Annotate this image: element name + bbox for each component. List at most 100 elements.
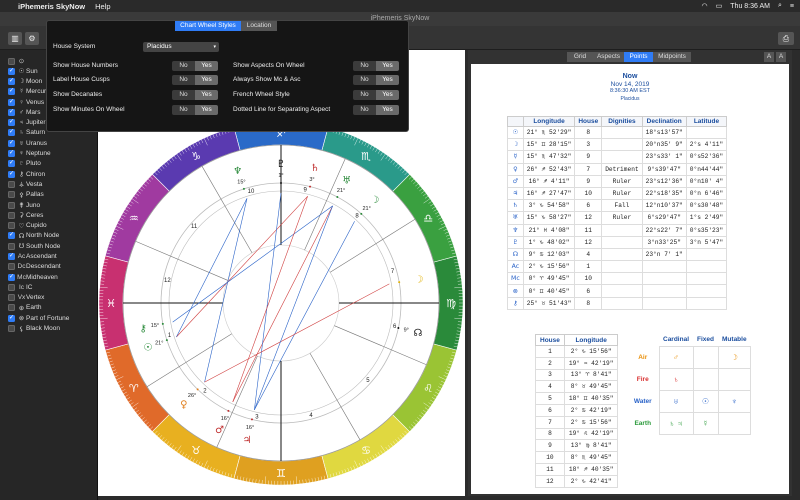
sidebar-item[interactable]: ✓ ⊗ Part of Fortune bbox=[0, 313, 97, 323]
visibility-checkbox[interactable] bbox=[8, 325, 15, 333]
font-larger-button[interactable]: A bbox=[776, 52, 786, 62]
no-option[interactable]: No bbox=[353, 90, 376, 100]
sidebar-item[interactable]: ☋ South Node bbox=[0, 241, 97, 251]
yes-option[interactable]: Yes bbox=[195, 75, 218, 85]
sidebar-item[interactable]: ⚵ Juno bbox=[0, 200, 97, 210]
no-option[interactable]: No bbox=[353, 61, 376, 71]
tab-points[interactable]: Points bbox=[624, 52, 653, 62]
sidebar-item[interactable]: ⚴ Pallas bbox=[0, 190, 97, 200]
clock[interactable]: Thu 8:36 AM bbox=[730, 3, 770, 10]
planet-glyph-icon[interactable]: ♄ bbox=[310, 163, 319, 174]
yes-no-toggle[interactable]: No Yes bbox=[353, 75, 399, 85]
visibility-checkbox[interactable]: ✓ bbox=[8, 232, 15, 240]
print-button[interactable]: ⎙ bbox=[778, 32, 794, 45]
tab-aspects[interactable]: Aspects bbox=[593, 52, 624, 62]
visibility-checkbox[interactable] bbox=[8, 222, 15, 230]
visibility-checkbox[interactable] bbox=[8, 191, 15, 199]
yes-no-toggle[interactable]: No Yes bbox=[353, 61, 399, 71]
sidebar-item[interactable]: ✓ Ac Ascendant bbox=[0, 251, 97, 261]
visibility-checkbox[interactable]: ✓ bbox=[8, 150, 15, 158]
tab-grid[interactable]: Grid bbox=[567, 52, 593, 62]
visibility-checkbox[interactable]: ✓ bbox=[8, 170, 15, 178]
sidebar-item[interactable]: ♡ Cupido bbox=[0, 220, 97, 230]
sidebar-item[interactable]: Ic IC bbox=[0, 282, 97, 292]
sidebar-item[interactable]: ⊕ Earth bbox=[0, 303, 97, 313]
sidebar-item[interactable]: Vx Vertex bbox=[0, 293, 97, 303]
planet-glyph-icon[interactable]: ⚷ bbox=[139, 323, 146, 334]
no-option[interactable]: No bbox=[172, 105, 195, 115]
visibility-checkbox[interactable] bbox=[8, 242, 15, 250]
tab-location[interactable]: Location bbox=[241, 21, 277, 31]
visibility-checkbox[interactable]: ✓ bbox=[8, 88, 15, 96]
tab-chart-wheel-styles[interactable]: Chart Wheel Styles bbox=[175, 21, 241, 31]
planet-glyph-icon[interactable]: ☽ bbox=[370, 195, 379, 206]
visibility-checkbox[interactable]: ✓ bbox=[8, 98, 15, 106]
visibility-checkbox[interactable]: ✓ bbox=[8, 77, 15, 85]
no-option[interactable]: No bbox=[172, 90, 195, 100]
yes-no-toggle[interactable]: No Yes bbox=[172, 75, 218, 85]
visibility-checkbox[interactable] bbox=[8, 263, 15, 271]
sidebar-item[interactable]: ✓ ♇ Pluto bbox=[0, 159, 97, 169]
battery-icon[interactable]: ▭ bbox=[716, 2, 723, 10]
planet-glyph-icon[interactable]: ♃ bbox=[243, 435, 252, 446]
planet-glyph-icon[interactable]: ☊ bbox=[413, 328, 422, 339]
visibility-checkbox[interactable] bbox=[8, 211, 15, 219]
menu-list-icon[interactable]: ≡ bbox=[790, 3, 794, 10]
visibility-checkbox[interactable]: ✓ bbox=[8, 129, 15, 137]
search-icon[interactable]: ⌕ bbox=[778, 2, 782, 10]
visibility-checkbox[interactable] bbox=[8, 304, 15, 312]
gear-icon[interactable]: ⚙ bbox=[25, 32, 39, 45]
sidebar-item[interactable]: Dc Descendant bbox=[0, 262, 97, 272]
help-menu[interactable]: Help bbox=[95, 2, 110, 11]
planet-glyph-icon[interactable]: ♇ bbox=[277, 159, 286, 170]
yes-no-toggle[interactable]: No Yes bbox=[172, 105, 218, 115]
yes-option[interactable]: Yes bbox=[195, 61, 218, 71]
visibility-checkbox[interactable] bbox=[8, 201, 15, 209]
visibility-checkbox[interactable]: ✓ bbox=[8, 252, 15, 260]
planet-glyph-icon[interactable]: ☽ bbox=[414, 275, 423, 286]
yes-option[interactable]: Yes bbox=[376, 90, 399, 100]
yes-no-toggle[interactable]: No Yes bbox=[353, 105, 399, 115]
visibility-checkbox[interactable]: ✓ bbox=[8, 119, 15, 127]
yes-no-toggle[interactable]: No Yes bbox=[172, 61, 218, 71]
app-menu[interactable]: iPhemeris SkyNow bbox=[18, 2, 85, 11]
sidebar-item[interactable]: ⚳ Ceres bbox=[0, 210, 97, 220]
no-option[interactable]: No bbox=[172, 75, 195, 85]
planet-glyph-icon[interactable]: ♂ bbox=[215, 425, 224, 436]
visibility-checkbox[interactable]: ✓ bbox=[8, 108, 15, 116]
planet-glyph-icon[interactable]: ♆ bbox=[233, 166, 242, 177]
no-option[interactable]: No bbox=[172, 61, 195, 71]
visibility-checkbox[interactable]: ✓ bbox=[8, 160, 15, 168]
sidebar-toggle-button[interactable]: ▥ bbox=[8, 32, 22, 45]
yes-option[interactable]: Yes bbox=[376, 61, 399, 71]
yes-option[interactable]: Yes bbox=[195, 105, 218, 115]
planet-glyph-icon[interactable]: ☉ bbox=[143, 342, 152, 353]
sidebar-item[interactable]: ✓ ♆ Neptune bbox=[0, 148, 97, 158]
sidebar-item[interactable]: ✓ ☊ North Node bbox=[0, 231, 97, 241]
house-system-select[interactable]: Placidus ▾ bbox=[143, 42, 219, 52]
wifi-icon[interactable]: ◠ bbox=[702, 2, 708, 10]
visibility-checkbox[interactable]: ✓ bbox=[8, 314, 15, 322]
sidebar-item[interactable]: ✓ Mc Midheaven bbox=[0, 272, 97, 282]
yes-option[interactable]: Yes bbox=[376, 105, 399, 115]
planet-glyph-icon[interactable]: ♅ bbox=[342, 175, 351, 186]
no-option[interactable]: No bbox=[353, 75, 376, 85]
yes-no-toggle[interactable]: No Yes bbox=[172, 90, 218, 100]
sidebar-item[interactable]: ✓ ⚷ Chiron bbox=[0, 169, 97, 179]
sidebar-item[interactable]: ⚶ Vesta bbox=[0, 179, 97, 189]
planet-glyph-icon[interactable]: ♀ bbox=[180, 400, 187, 411]
sidebar-item[interactable]: ⚸ Black Moon bbox=[0, 323, 97, 333]
yes-option[interactable]: Yes bbox=[376, 75, 399, 85]
yes-option[interactable]: Yes bbox=[195, 90, 218, 100]
select-all-checkbox[interactable] bbox=[8, 57, 15, 65]
visibility-checkbox[interactable]: ✓ bbox=[8, 139, 15, 147]
yes-no-toggle[interactable]: No Yes bbox=[353, 90, 399, 100]
visibility-checkbox[interactable] bbox=[8, 180, 15, 188]
visibility-checkbox[interactable]: ✓ bbox=[8, 273, 15, 281]
sidebar-item[interactable]: ✓ ♅ Uranus bbox=[0, 138, 97, 148]
tab-midpoints[interactable]: Midpoints bbox=[653, 52, 691, 62]
visibility-checkbox[interactable]: ✓ bbox=[8, 67, 15, 75]
visibility-checkbox[interactable] bbox=[8, 283, 15, 291]
visibility-checkbox[interactable] bbox=[8, 294, 15, 302]
font-smaller-button[interactable]: A bbox=[764, 52, 774, 62]
